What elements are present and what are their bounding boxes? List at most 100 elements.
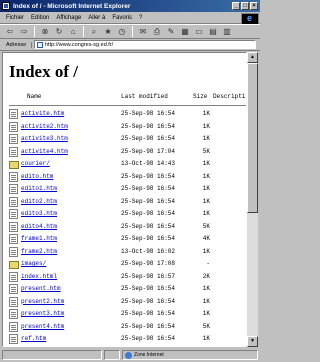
file-icon[interactable] <box>9 146 18 157</box>
minimize-button[interactable]: _ <box>232 2 240 10</box>
file-row: present3.htm 25-Sep-98 16:54 1K <box>3 308 246 320</box>
file-icon[interactable] <box>9 134 18 144</box>
file-link[interactable]: edito2.htm <box>21 198 57 205</box>
print-icon[interactable]: ⎙ <box>151 26 163 38</box>
refresh-icon[interactable]: ↻ <box>53 26 65 38</box>
file-size: 1K <box>202 335 210 342</box>
file-link[interactable]: frame1.htm <box>21 235 57 242</box>
channels-icon[interactable]: ▦ <box>179 26 191 38</box>
file-icon[interactable] <box>9 246 18 257</box>
maximize-button[interactable]: □ <box>241 2 249 10</box>
file-icon[interactable] <box>9 334 18 344</box>
file-link[interactable]: index.html <box>21 273 57 280</box>
file-link[interactable]: edito1.htm <box>21 185 57 192</box>
address-bar: Adresse http://www.congres-sg.ed.fr/ <box>0 39 260 51</box>
file-date: 25-Sep-98 16:54 <box>121 235 176 242</box>
file-icon[interactable] <box>9 184 18 194</box>
menu-favoris[interactable]: Favoris <box>112 15 132 21</box>
file-icon[interactable] <box>9 109 18 119</box>
col-description[interactable]: Descripti <box>213 93 245 100</box>
file-icon[interactable] <box>9 221 18 232</box>
file-link[interactable]: present2.htm <box>21 298 64 305</box>
column-headers: Name Last modified Size Descripti <box>3 93 246 101</box>
home-icon[interactable]: ⌂ <box>67 26 79 38</box>
file-link[interactable]: edito3.htm <box>21 210 57 217</box>
file-link[interactable]: activite.htm <box>21 110 64 117</box>
file-link[interactable]: images/ <box>21 260 46 267</box>
file-link[interactable]: ref.htm <box>21 335 46 342</box>
col-size[interactable]: Size <box>193 93 207 100</box>
folder-icon[interactable] <box>9 161 19 169</box>
toolbar-separator <box>132 26 133 37</box>
close-button[interactable]: × <box>250 2 258 10</box>
file-link[interactable]: courier/ <box>21 160 50 167</box>
file-link[interactable]: activite2.htm <box>21 123 68 130</box>
file-icon[interactable] <box>9 271 18 282</box>
globe-icon <box>125 351 132 359</box>
file-icon[interactable] <box>9 209 18 219</box>
file-date: 25-Sep-98 16:54 <box>121 310 176 317</box>
file-link[interactable]: edito4.htm <box>21 223 57 230</box>
vertical-scrollbar[interactable]: ▲ ▼ <box>247 52 258 347</box>
file-row: frame1.htm 25-Sep-98 16:54 4K <box>3 233 246 245</box>
file-date: 25-Sep-98 16:54 <box>121 285 176 292</box>
file-link[interactable]: activite3.htm <box>21 135 68 142</box>
stop-icon[interactable]: ⊗ <box>39 26 51 38</box>
file-date: 25-Sep-98 16:54 <box>121 322 176 330</box>
mail-icon[interactable]: ✉ <box>137 26 149 38</box>
file-icon[interactable] <box>9 196 18 207</box>
address-field[interactable]: http://www.congres-sg.ed.fr/ <box>34 40 256 49</box>
file-link[interactable]: present4.htm <box>21 323 64 330</box>
file-size: 5K <box>202 322 210 330</box>
search-icon[interactable]: ⌕ <box>88 26 100 38</box>
col-name[interactable]: Name <box>27 93 41 100</box>
menu-help[interactable]: ? <box>139 15 142 21</box>
menu-affichage[interactable]: Affichage <box>56 15 81 21</box>
mail-icon-2[interactable]: ▤ <box>207 26 219 38</box>
file-link[interactable]: present.htm <box>21 285 61 292</box>
file-size: 1K <box>202 110 210 117</box>
edit-icon[interactable]: ✎ <box>165 26 177 38</box>
file-row: activite.htm 25-Sep-98 16:54 1K <box>3 108 246 120</box>
print-icon-2[interactable]: ▥ <box>221 26 233 38</box>
file-link[interactable]: present3.htm <box>21 310 64 317</box>
favorites-icon[interactable]: ★ <box>102 26 114 38</box>
address-label: Adresse <box>2 41 32 48</box>
menu-aller[interactable]: Aller à <box>88 15 105 21</box>
file-row: edito.htm 25-Sep-98 16:54 1K <box>3 171 246 183</box>
file-icon[interactable] <box>9 296 18 307</box>
menu-fichier[interactable]: Fichier <box>6 15 24 21</box>
col-modified[interactable]: Last modified <box>121 93 168 100</box>
status-pane-main <box>2 350 102 360</box>
file-row: edito3.htm 25-Sep-98 16:54 1K <box>3 208 246 220</box>
file-icon[interactable] <box>9 171 18 182</box>
file-date: 25-Sep-98 16:54 <box>121 185 176 192</box>
file-date: 25-Sep-98 16:54 <box>121 122 176 130</box>
file-row: present.htm 25-Sep-98 16:54 1K <box>3 283 246 295</box>
folder-icon[interactable] <box>9 261 19 269</box>
back-icon[interactable]: ⇦ <box>4 26 16 38</box>
forward-icon[interactable]: ⇨ <box>18 26 30 38</box>
scroll-up-button[interactable]: ▲ <box>247 52 258 63</box>
file-date: 25-Sep-98 16:54 <box>121 335 176 342</box>
scroll-down-button[interactable]: ▼ <box>247 336 258 347</box>
file-link[interactable]: edito.htm <box>21 173 53 180</box>
history-icon[interactable]: ◷ <box>116 26 128 38</box>
fullscreen-icon[interactable]: ▭ <box>193 26 205 38</box>
status-bar: Zone Internet <box>0 348 260 362</box>
scroll-thumb[interactable] <box>247 63 258 213</box>
file-row: present4.htm 25-Sep-98 16:54 5K <box>3 321 246 333</box>
file-icon[interactable] <box>9 309 18 319</box>
file-icon[interactable] <box>9 121 18 132</box>
menu-edition[interactable]: Edition <box>31 15 49 21</box>
file-icon[interactable] <box>9 284 18 294</box>
file-row: courier/13-Oct-98 14:43 1K <box>3 158 246 170</box>
file-size: 5K <box>202 222 210 230</box>
file-date: 25-Sep-98 17:04 <box>121 147 176 155</box>
file-link[interactable]: activite4.htm <box>21 148 68 155</box>
file-size: 1K <box>202 135 210 142</box>
file-icon[interactable] <box>9 234 18 244</box>
file-icon[interactable] <box>9 321 18 332</box>
file-link[interactable]: frame2.htm <box>21 248 57 255</box>
file-date: 25-Sep-98 16:54 <box>121 135 176 142</box>
